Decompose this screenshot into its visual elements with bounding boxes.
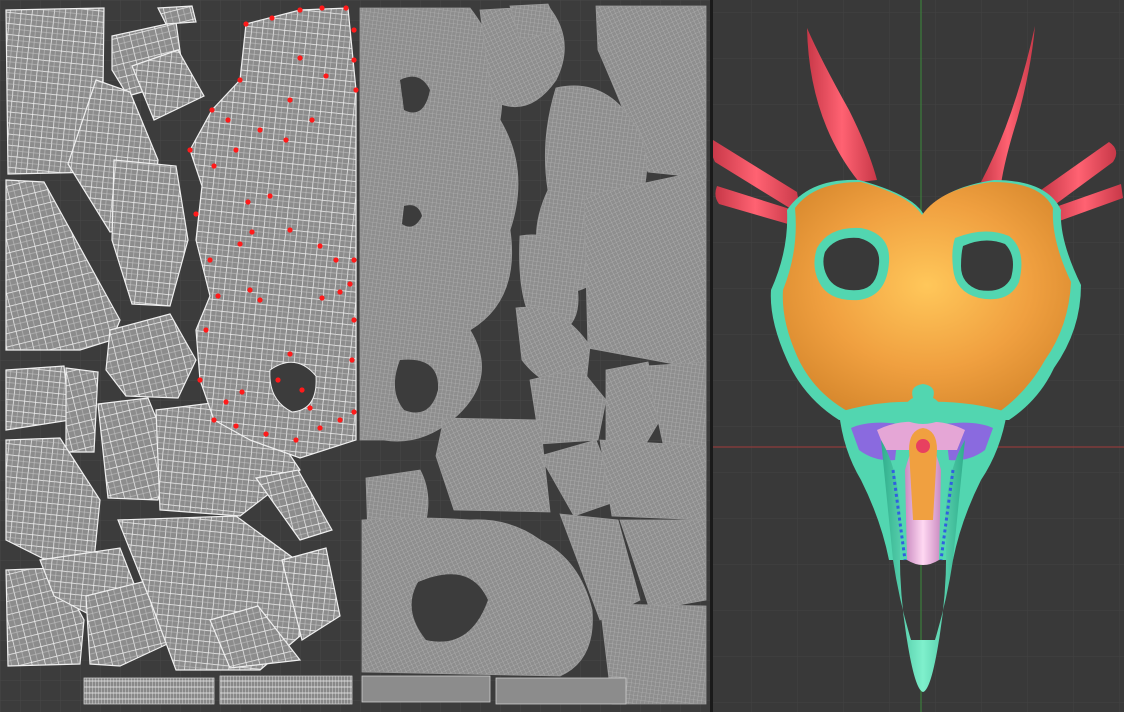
selected-vertex[interactable] [287, 227, 293, 233]
selected-vertex[interactable] [193, 211, 199, 217]
skull-cap[interactable] [782, 182, 1071, 412]
selected-vertex[interactable] [215, 293, 221, 299]
selected-vertex[interactable] [275, 377, 281, 383]
selected-vertex[interactable] [337, 289, 343, 295]
selected-vertex[interactable] [245, 199, 251, 205]
selected-vertex[interactable] [293, 437, 299, 443]
3d-viewport-panel[interactable] [713, 0, 1124, 712]
selected-vertex[interactable] [349, 357, 355, 363]
selected-vertex[interactable] [347, 281, 353, 287]
selected-vertex[interactable] [353, 87, 359, 93]
selected-vertex[interactable] [269, 15, 275, 21]
selected-vertex[interactable] [287, 351, 293, 357]
selected-vertex[interactable] [209, 107, 215, 113]
selected-vertex[interactable] [309, 117, 315, 123]
uv-island-quad-10[interactable] [65, 367, 99, 453]
selected-vertex[interactable] [283, 137, 289, 143]
selected-vertex[interactable] [257, 297, 263, 303]
selected-vertex[interactable] [233, 423, 239, 429]
selected-vertex[interactable] [351, 409, 357, 415]
app-window [0, 0, 1124, 712]
inner-red-node [916, 439, 930, 453]
selected-vertex[interactable] [351, 57, 357, 63]
selected-vertex[interactable] [203, 327, 209, 333]
selected-vertex[interactable] [207, 257, 213, 263]
uv-canvas[interactable] [0, 0, 710, 712]
selected-vertex[interactable] [223, 399, 229, 405]
selected-vertex[interactable] [351, 27, 357, 33]
selected-vertex[interactable] [351, 257, 357, 263]
selected-vertex[interactable] [225, 117, 231, 123]
uv-island-dense-12[interactable] [435, 417, 551, 513]
uv-island-dense-14[interactable] [599, 439, 707, 521]
selected-vertex[interactable] [343, 5, 349, 11]
uv-strip-1[interactable] [83, 677, 215, 705]
selected-vertex[interactable] [187, 147, 193, 153]
selected-vertex[interactable] [249, 229, 255, 235]
eye-socket-left [823, 237, 880, 291]
selected-vertex[interactable] [233, 147, 239, 153]
selected-vertex[interactable] [337, 417, 343, 423]
selected-vertex[interactable] [211, 417, 217, 423]
selected-vertex[interactable] [287, 97, 293, 103]
selected-vertex[interactable] [297, 7, 303, 13]
selected-vertex[interactable] [297, 55, 303, 61]
selected-vertex[interactable] [239, 389, 245, 395]
selected-vertex[interactable] [197, 377, 203, 383]
selected-vertex[interactable] [319, 295, 325, 301]
selected-vertex[interactable] [333, 257, 339, 263]
uv-editor-panel[interactable] [0, 0, 710, 712]
uv-strip-4[interactable] [495, 677, 627, 705]
eye-socket-right [961, 240, 1013, 291]
uv-strip-3[interactable] [361, 675, 491, 703]
uv-strip-2[interactable] [219, 675, 353, 705]
selected-vertex[interactable] [323, 73, 329, 79]
selected-vertex[interactable] [237, 241, 243, 247]
selected-vertex[interactable] [351, 317, 357, 323]
selected-vertex[interactable] [299, 387, 305, 393]
selected-vertex[interactable] [237, 77, 243, 83]
uv-island-quad-9[interactable] [5, 365, 71, 431]
viewport-canvas[interactable] [713, 0, 1124, 712]
selected-vertex[interactable] [211, 163, 217, 169]
selected-vertex[interactable] [307, 405, 313, 411]
selected-vertex[interactable] [257, 127, 263, 133]
selected-vertex[interactable] [317, 243, 323, 249]
uv-island-dense-6[interactable] [583, 169, 707, 371]
selected-vertex[interactable] [263, 431, 269, 437]
selected-vertex[interactable] [243, 21, 249, 27]
selected-vertex[interactable] [247, 287, 253, 293]
selected-vertex[interactable] [319, 5, 325, 11]
selected-vertex[interactable] [267, 193, 273, 199]
selected-vertex[interactable] [317, 425, 323, 431]
